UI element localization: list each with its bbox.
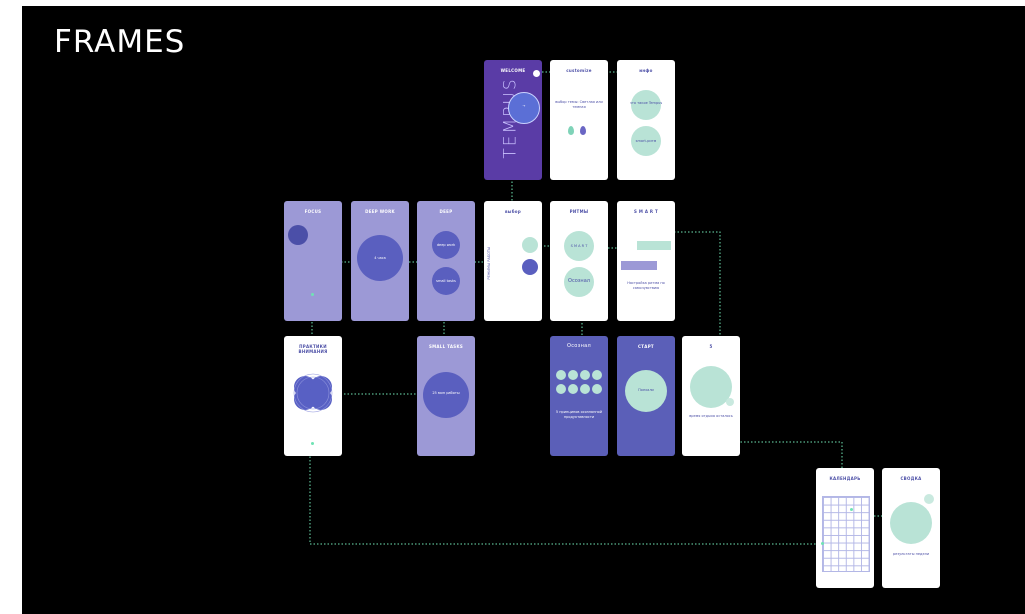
smart-text: Настройка ритма по самочувствию (627, 281, 665, 290)
screen-stats[interactable]: СВОДКА результаты недели (882, 468, 940, 588)
connector-timer-calendar (737, 441, 843, 470)
small-tasks-option-label: small tasks (436, 279, 456, 283)
screen-title: 5 (709, 344, 713, 349)
screen-title: S M A R T (633, 209, 659, 214)
customize-text: выбор темы: Светлая или темная (555, 100, 603, 109)
screen-deep[interactable]: DEEP deep work small tasks (417, 201, 475, 321)
screen-title: инфо (639, 68, 653, 73)
calendar-marker-dot (850, 508, 853, 511)
screen-aware[interactable]: Осознал 5 принципов осознанной продуктив… (550, 336, 608, 456)
screen-smart[interactable]: S M A R T Настройка ритма по самочувстви… (617, 201, 675, 321)
focus-circle[interactable] (288, 225, 308, 245)
theme-dark-drop-icon[interactable] (580, 126, 586, 135)
screen-title: customize (566, 68, 592, 73)
timer-small-circle (726, 398, 734, 406)
screen-calendar[interactable]: КАЛЕНДАРЬ (816, 468, 874, 588)
mode-circle-blue[interactable] (522, 259, 538, 275)
start-arrow: → (522, 104, 526, 108)
screen-start[interactable]: СТАРТ Поехали (617, 336, 675, 456)
stats-text: результаты недели (892, 552, 930, 556)
rhythm-aware-label: Осознал (568, 278, 590, 284)
frames-canvas: FRAMES WELCOME TEMPUS → customi (22, 6, 1025, 614)
screen-title: СВОДКА (900, 476, 922, 481)
screen-focus[interactable]: FOCUS (284, 201, 342, 321)
screen-timer[interactable]: 5 время отдыха осталось (682, 336, 740, 456)
close-icon[interactable] (533, 70, 540, 77)
screen-small-tasks[interactable]: SMALL TASKS 25 мин работы (417, 336, 475, 456)
meditation-connector-dot (311, 442, 314, 445)
focus-connector-dot (311, 293, 314, 296)
timer-text: время отдыха осталось (689, 414, 733, 418)
small-tasks-circle-label: 25 мин работы (432, 391, 460, 395)
deep-work-circle-label: 4 часа (374, 256, 386, 260)
stats-circle[interactable] (890, 502, 932, 544)
screen-choose[interactable]: выбор РЕЖИМЫ РАБОТЫ (484, 201, 542, 321)
info-circle-rhythm-label: smart-ритм (635, 139, 657, 143)
info-circle-tempus-label: что такое Tempus (629, 101, 663, 105)
connector-meditation-calendar (309, 446, 824, 545)
aware-text: 5 принципов осознанной продуктивности (555, 410, 603, 419)
screen-deep-work[interactable]: DEEP WORK 4 часа (351, 201, 409, 321)
stats-small-circle (924, 494, 934, 504)
principles-grid (556, 370, 602, 394)
screen-title: Осознал (566, 343, 592, 349)
screen-title: выбор (504, 209, 522, 214)
screen-title: КАЛЕНДАРЬ (829, 476, 861, 481)
deep-work-option-label: deep work (436, 243, 456, 247)
screen-title: СТАРТ (638, 344, 654, 349)
screen-title: DEEP WORK (365, 209, 395, 214)
screen-customize[interactable]: customize выбор темы: Светлая или темная (550, 60, 608, 180)
screen-meditation[interactable]: ПРАКТИКИ ВНИМАНИЯ (284, 336, 342, 456)
smart-bar-lavender[interactable] (621, 261, 657, 270)
rhythm-smart-label: S M A R T (570, 244, 588, 248)
mode-circle-mint[interactable] (522, 237, 538, 253)
start-circle-label: Поехали (638, 388, 654, 392)
smart-bar-mint[interactable] (637, 241, 671, 250)
calendar-grid[interactable] (822, 496, 870, 572)
screen-welcome[interactable]: WELCOME TEMPUS → (484, 60, 542, 180)
screen-title: DEEP (439, 209, 453, 214)
screen-rhythm[interactable]: РИТМЫ S M A R T Осознал (550, 201, 608, 321)
screen-title: FOCUS (304, 209, 322, 214)
screen-title: ПРАКТИКИ ВНИМАНИЯ (298, 344, 328, 354)
screen-title: SMALL TASKS (428, 344, 464, 349)
modes-vertical-label: РЕЖИМЫ РАБОТЫ (486, 246, 491, 280)
theme-light-drop-icon[interactable] (568, 126, 574, 135)
calendar-connector-dot (821, 542, 824, 545)
screen-title: РИТМЫ (569, 209, 589, 214)
screen-info[interactable]: инфо что такое Tempus smart-ритм (617, 60, 675, 180)
meditation-blob-graphic (293, 373, 333, 413)
